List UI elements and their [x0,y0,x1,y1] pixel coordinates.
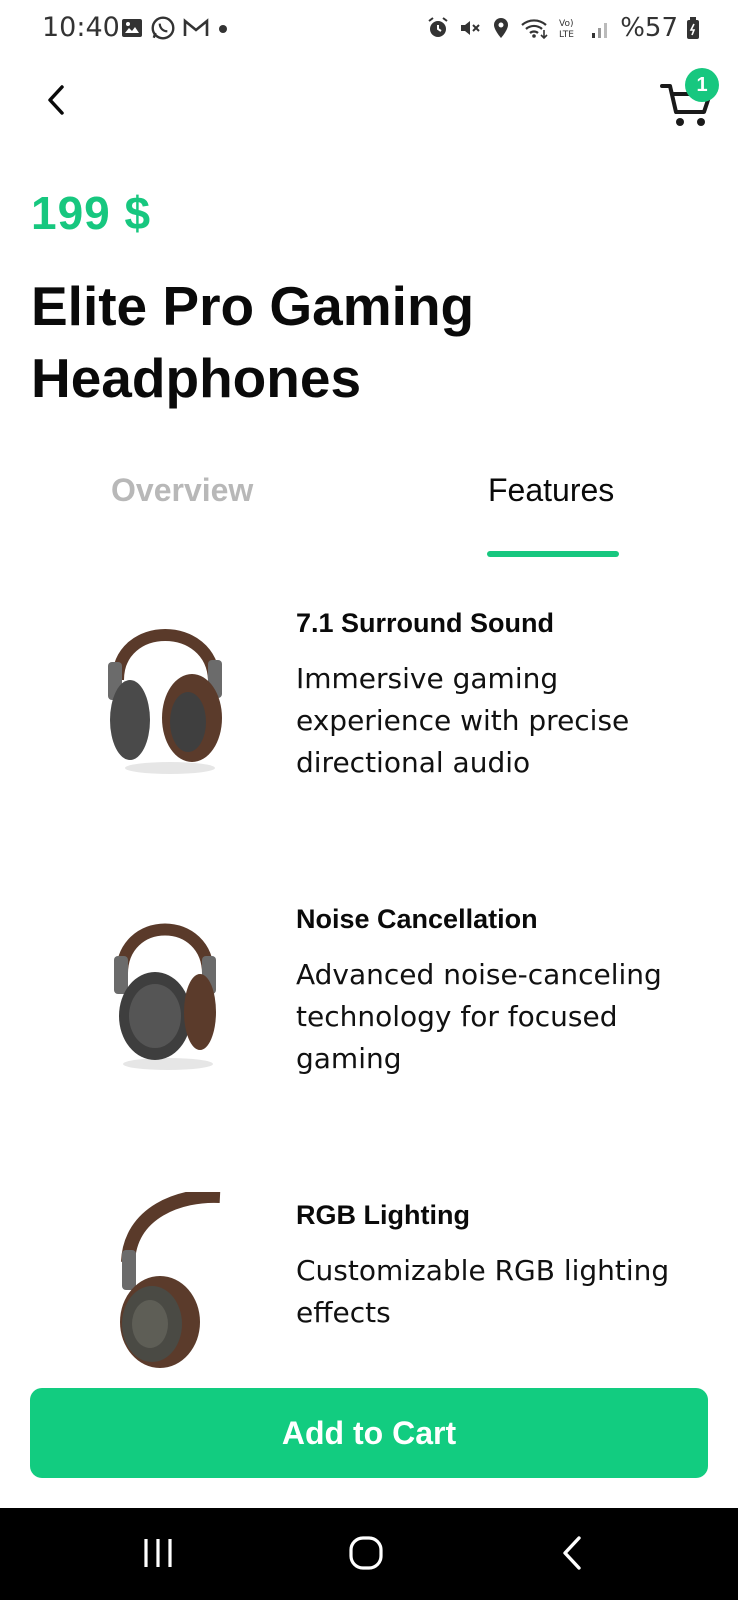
location-icon [494,18,509,38]
status-bar: 10:40 Vo) LTE %57 [0,0,738,58]
product-price: 199 $ [31,187,152,239]
product-title: Elite Pro Gaming Headphones [31,275,475,409]
tab-overview[interactable]: Overview [111,472,253,509]
headphones-image [108,629,222,774]
home-button[interactable] [336,1528,396,1578]
alarm-icon [428,17,448,37]
back-button[interactable] [36,80,76,120]
cart-count-badge: 1 [685,68,719,102]
recents-button[interactable] [128,1528,188,1578]
volte-icon: Vo)LTE [559,19,574,40]
back-icon [563,1536,581,1570]
nav-back-button[interactable] [542,1528,602,1578]
headphones-image [114,923,216,1070]
add-to-cart-button[interactable]: Add to Cart [30,1388,708,1478]
home-icon [349,1536,383,1570]
wifi-icon [521,19,548,40]
battery-percent: %57 [620,13,678,43]
svg-text:LTE: LTE [559,30,574,40]
system-nav-bar [0,1508,738,1600]
feature-description: Immersive gaming experience with precise… [296,662,630,779]
whatsapp-icon [151,16,175,40]
tab-features[interactable]: Features [488,472,614,509]
recents-icon [144,1539,172,1567]
feature-title: RGB Lighting [296,1200,470,1230]
signal-icon [592,23,608,38]
mute-icon [461,21,480,35]
svg-text:Vo): Vo) [559,19,573,29]
feature-title: Noise Cancellation [296,904,538,934]
gmail-icon [183,18,209,36]
battery-icon [687,17,699,39]
system-icons: Vo) LTE %57 [426,13,700,43]
image-icon [122,19,142,37]
headphones-image [120,1192,221,1368]
feature-item: 7.1 Surround Sound Immersive gaming expe… [0,600,738,800]
feature-title: 7.1 Surround Sound [296,608,555,638]
notification-icons [120,15,230,41]
feature-description: Customizable RGB lighting effects [296,1254,670,1329]
dot-icon [219,25,227,33]
feature-item: RGB Lighting Customizable RGB lighting e… [0,1192,738,1392]
feature-item: Noise Cancellation Advanced noise-cancel… [0,896,738,1096]
feature-description: Advanced noise-canceling technology for … [296,958,662,1075]
active-tab-indicator [487,551,619,557]
chevron-left-icon [48,85,64,115]
status-time: 10:40 [42,12,120,43]
